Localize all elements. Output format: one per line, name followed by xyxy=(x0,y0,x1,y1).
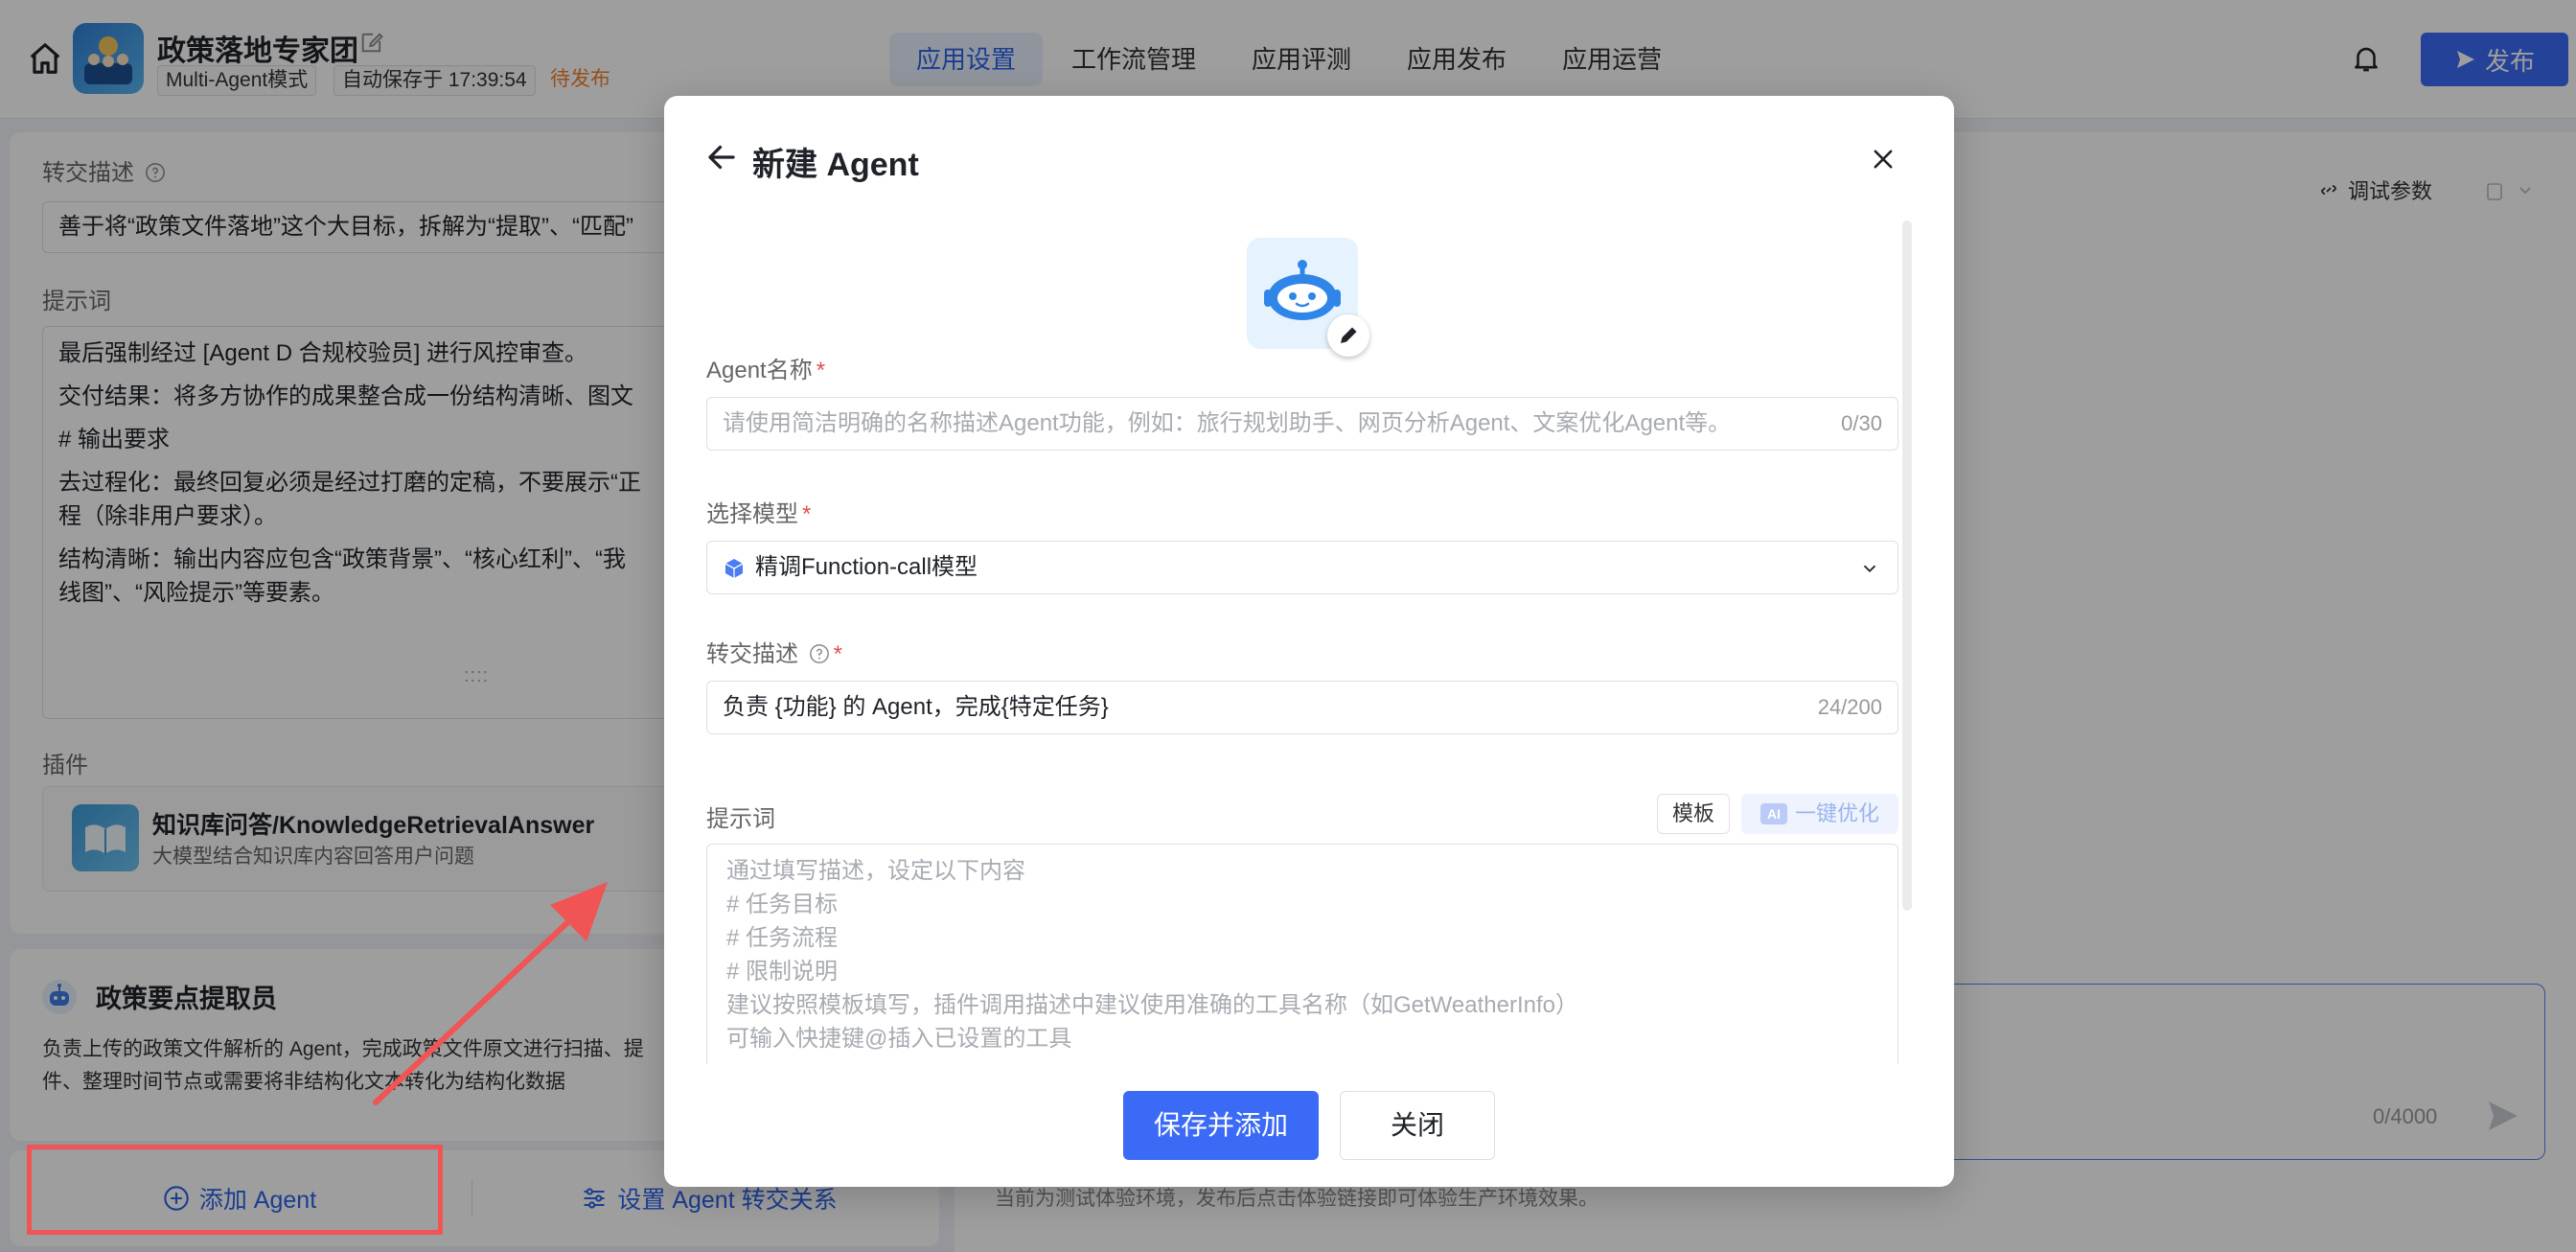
prompt-placeholder-line: # 限制说明 xyxy=(726,959,839,985)
pencil-icon xyxy=(1341,327,1357,343)
handoff-description-counter: 24/200 xyxy=(1817,695,1882,719)
required-mark: * xyxy=(816,358,826,383)
required-mark: * xyxy=(802,501,812,527)
model-select-label: 选择模型 * xyxy=(706,501,812,527)
prompt-placeholder-line: 可输入快捷键@插入已设置的工具 xyxy=(726,1026,1072,1052)
handoff-description-input[interactable]: 负责 {功能} 的 Agent，完成{特定任务} 24/200 xyxy=(706,681,1898,734)
ai-icon: AI xyxy=(1760,803,1787,824)
annotation-highlight-box xyxy=(27,1145,443,1235)
agent-name-placeholder: 请使用简洁明确的名称描述Agent功能，例如：旅行规划助手、网页分析Agent、… xyxy=(723,410,1732,436)
close-button[interactable]: 关闭 xyxy=(1340,1091,1495,1160)
ai-optimize-button[interactable]: AI 一键优化 xyxy=(1741,794,1898,834)
prompt-placeholder-line: # 任务流程 xyxy=(726,925,839,951)
agent-name-input[interactable]: 请使用简洁明确的名称描述Agent功能，例如：旅行规划助手、网页分析Agent、… xyxy=(706,397,1898,451)
cube-icon xyxy=(724,559,744,578)
prompt-textarea[interactable]: 通过填写描述，设定以下内容 # 任务目标 # 任务流程 # 限制说明 建议按照模… xyxy=(706,844,1898,1064)
ai-optimize-label: 一键优化 xyxy=(1794,801,1879,825)
prompt-label: 提示词 xyxy=(706,806,775,832)
model-select[interactable]: 精调Function-call模型 xyxy=(706,541,1898,594)
agent-name-counter: 0/30 xyxy=(1841,411,1882,435)
dialog-scrollbar[interactable] xyxy=(1902,220,1912,911)
edit-avatar-button[interactable] xyxy=(1327,314,1369,357)
model-select-value: 精调Function-call模型 xyxy=(755,554,978,580)
save-and-add-button[interactable]: 保存并添加 xyxy=(1123,1091,1319,1160)
help-icon[interactable] xyxy=(809,643,830,664)
prompt-placeholder-line: 建议按照模板填写，插件调用描述中建议使用准确的工具名称（如GetWeatherI… xyxy=(726,992,1578,1018)
dialog-title: 新建 Agent xyxy=(752,147,919,183)
prompt-placeholder-line: 通过填写描述，设定以下内容 xyxy=(726,858,1025,884)
arrow-left-icon[interactable] xyxy=(704,140,739,174)
close-icon[interactable] xyxy=(1870,146,1897,173)
template-button[interactable]: 模板 xyxy=(1657,794,1730,834)
new-agent-dialog: 新建 Agent Agent名称 * 请使用简洁明确的名称描述Agent功能，例如… xyxy=(664,96,1954,1187)
handoff-description-label: 转交描述 * xyxy=(706,641,843,667)
agent-name-label: Agent名称 * xyxy=(706,358,826,383)
handoff-description-value: 负责 {功能} 的 Agent，完成{特定任务} xyxy=(723,694,1109,720)
required-mark: * xyxy=(833,641,843,667)
prompt-placeholder-line: # 任务目标 xyxy=(726,892,839,917)
chevron-down-icon xyxy=(1863,565,1876,573)
